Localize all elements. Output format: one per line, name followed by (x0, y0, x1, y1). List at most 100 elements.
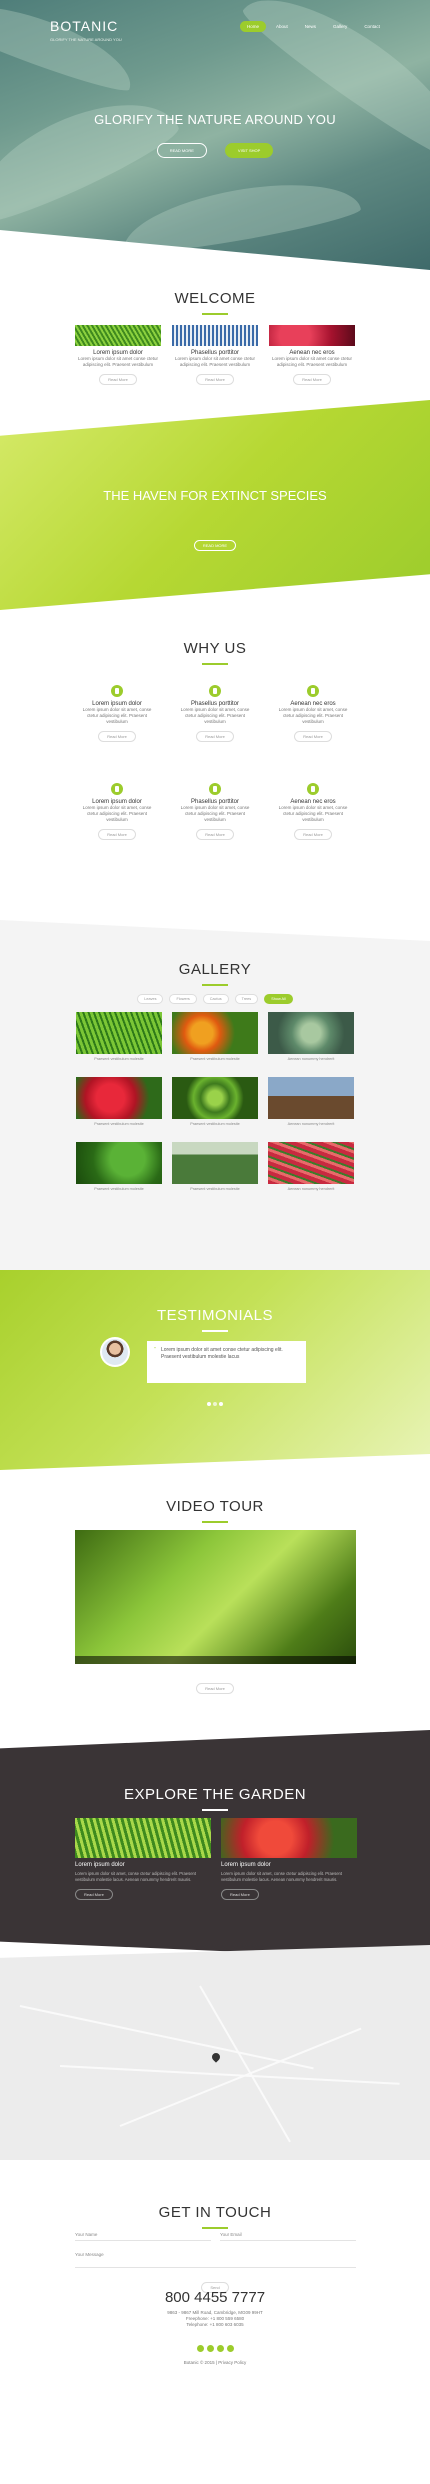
feature-item: Phasellus porttitor Lorem ipsum dolor si… (178, 685, 252, 743)
read-more-button[interactable]: Read More (293, 374, 331, 385)
gallery-caption: Praesent vestibulum molestie (94, 1187, 144, 1191)
gallery-grid: Praesent vestibulum molestie Praesent ve… (0, 1012, 430, 1191)
read-more-button[interactable]: Read More (221, 1889, 259, 1900)
visit-shop-button[interactable]: VISIT SHOP (224, 143, 274, 158)
section-title: TESTIMONIALS (156, 1307, 274, 1324)
read-more-button[interactable]: Read More (75, 1889, 113, 1900)
read-more-button[interactable]: Read More (294, 731, 332, 742)
carousel-dot[interactable] (219, 1402, 223, 1406)
telephone: Telephone: +1 800 603 6035 (186, 2322, 244, 2327)
map-section[interactable] (0, 1945, 430, 2160)
gallery-image (76, 1142, 162, 1184)
testimonial-card: “ Lorem ipsum dolor sit amet conse ctetu… (147, 1341, 306, 1383)
title-underline (202, 2227, 228, 2229)
title-underline (202, 1809, 228, 1811)
map-pin-icon[interactable] (210, 2051, 222, 2063)
gallery-caption: Praesent vestibulum molestie (190, 1057, 240, 1061)
read-more-button[interactable]: Read More (196, 374, 234, 385)
tab-cactus[interactable]: Cactus (202, 994, 229, 1004)
cactus-image (172, 325, 258, 346)
contact-section: GET IN TOUCH Your Name Your Email Your M… (0, 2160, 430, 2484)
read-more-button[interactable]: Read More (99, 374, 137, 385)
hero-headline: GLORIFY THE NATURE AROUND YOU (94, 112, 336, 127)
card-text: Lorem ipsum dolor sit amet conse ctetur … (271, 356, 353, 367)
book-icon (209, 685, 221, 697)
name-field[interactable]: Your Name (75, 2232, 211, 2241)
gallery-image (268, 1077, 354, 1119)
tab-trees[interactable]: Trees (234, 994, 259, 1004)
gallery-item[interactable]: Praesent vestibulum molestie (172, 1012, 258, 1061)
leaf-icon (111, 685, 123, 697)
map-road (19, 2005, 314, 2070)
nav-item-about[interactable]: About (269, 21, 295, 32)
gallery-filter-tabs: Leaves Flowers Cactus Trees Show All (0, 994, 430, 1004)
section-title: GALLERY (178, 961, 252, 978)
nav-item-contact[interactable]: Contact (357, 21, 387, 32)
gallery-caption: Praesent vestibulum molestie (190, 1122, 240, 1126)
gallery-item[interactable]: Praesent vestibulum molestie (76, 1012, 162, 1061)
read-more-button[interactable]: READ MORE (156, 143, 207, 158)
welcome-card: Lorem ipsum dolor Lorem ipsum dolor sit … (75, 325, 161, 386)
feature-item: Aenean nec eros Lorem ipsum dolor sit am… (276, 783, 350, 841)
hero-slant-divider (0, 230, 430, 270)
section-title: GET IN TOUCH (158, 2204, 272, 2221)
gallery-item[interactable]: Aenean nonummy hendrerit (268, 1142, 354, 1191)
feature-item: Aenean nec eros Lorem ipsum dolor sit am… (276, 685, 350, 743)
explore-section: EXPLORE THE GARDEN Lorem ipsum dolor Lor… (0, 1730, 430, 1960)
nav-item-gallery[interactable]: Gallery (326, 21, 354, 32)
site-logo[interactable]: BOTANIC (50, 18, 118, 34)
rss-icon[interactable] (226, 2345, 234, 2352)
social-links (0, 2345, 430, 2352)
gallery-caption: Praesent vestibulum molestie (94, 1057, 144, 1061)
title-underline (202, 663, 228, 665)
read-more-button[interactable]: Read More (98, 829, 136, 840)
feature-text: Lorem ipsum dolor sit amet, conse ctetur… (82, 805, 152, 822)
nav-item-news[interactable]: News (298, 21, 323, 32)
copyright: Botanic © 2015 | Privacy Policy (183, 2360, 247, 2365)
hero-leaf-decoration (0, 0, 142, 98)
tab-show-all[interactable]: Show All (264, 994, 293, 1004)
gallery-item[interactable]: Praesent vestibulum molestie (76, 1142, 162, 1191)
gallery-item[interactable]: Praesent vestibulum molestie (172, 1077, 258, 1126)
tab-flowers[interactable]: Flowers (169, 994, 197, 1004)
video-controls[interactable] (75, 1656, 356, 1664)
message-field[interactable]: Your Message (75, 2252, 356, 2268)
feature-text: Lorem ipsum dolor sit amet, conse ctetur… (180, 707, 250, 724)
main-nav: Home About News Gallery Contact (240, 21, 387, 32)
read-more-button[interactable]: Read More (196, 1683, 234, 1694)
section-title: WHY US (183, 640, 247, 657)
tab-leaves[interactable]: Leaves (137, 994, 164, 1004)
pin-icon (307, 783, 319, 795)
card-text: Lorem ipsum dolor sit amet conse ctetur … (174, 356, 256, 367)
facebook-icon[interactable] (196, 2345, 204, 2352)
gallery-item[interactable]: Praesent vestibulum molestie (76, 1077, 162, 1126)
leaf-image (75, 325, 161, 346)
haven-banner: THE HAVEN FOR EXTINCT SPECIES READ MORE (0, 400, 430, 610)
gallery-image (172, 1142, 258, 1184)
read-more-button[interactable]: Read More (196, 829, 234, 840)
gallery-item[interactable]: Aenean nonummy hendrerit (268, 1012, 354, 1061)
read-more-button[interactable]: Read More (294, 829, 332, 840)
email-field[interactable]: Your Email (220, 2232, 356, 2241)
feature-text: Lorem ipsum dolor sit amet, conse ctetur… (82, 707, 152, 724)
gallery-item[interactable]: Aenean nonummy hendrerit (268, 1077, 354, 1126)
read-more-button[interactable]: Read More (196, 731, 234, 742)
carousel-dot[interactable] (213, 1402, 217, 1406)
nav-item-home[interactable]: Home (240, 21, 267, 32)
explore-text: Lorem ipsum dolor sit amet, conse ctetur… (75, 1871, 197, 1882)
welcome-card: Phasellus porttitor Lorem ipsum dolor si… (172, 325, 258, 386)
video-player[interactable] (75, 1530, 356, 1664)
hero-section: BOTANIC GLORIFY THE NATURE AROUND YOU Ho… (0, 0, 430, 270)
google-plus-icon[interactable] (216, 2345, 224, 2352)
gallery-item[interactable]: Praesent vestibulum molestie (172, 1142, 258, 1191)
phone-number[interactable]: 800 4455 7777 (0, 2289, 430, 2306)
read-more-button[interactable]: Read More (98, 731, 136, 742)
read-more-button[interactable]: READ MORE (193, 540, 237, 551)
carousel-dot[interactable] (207, 1402, 211, 1406)
gallery-caption: Praesent vestibulum molestie (190, 1187, 240, 1191)
section-title: VIDEO TOUR (166, 1498, 264, 1515)
twitter-icon[interactable] (206, 2345, 214, 2352)
map-road (199, 1985, 291, 2143)
title-underline (202, 984, 228, 986)
welcome-section: WELCOME Lorem ipsum dolor Lorem ipsum do… (0, 290, 430, 410)
